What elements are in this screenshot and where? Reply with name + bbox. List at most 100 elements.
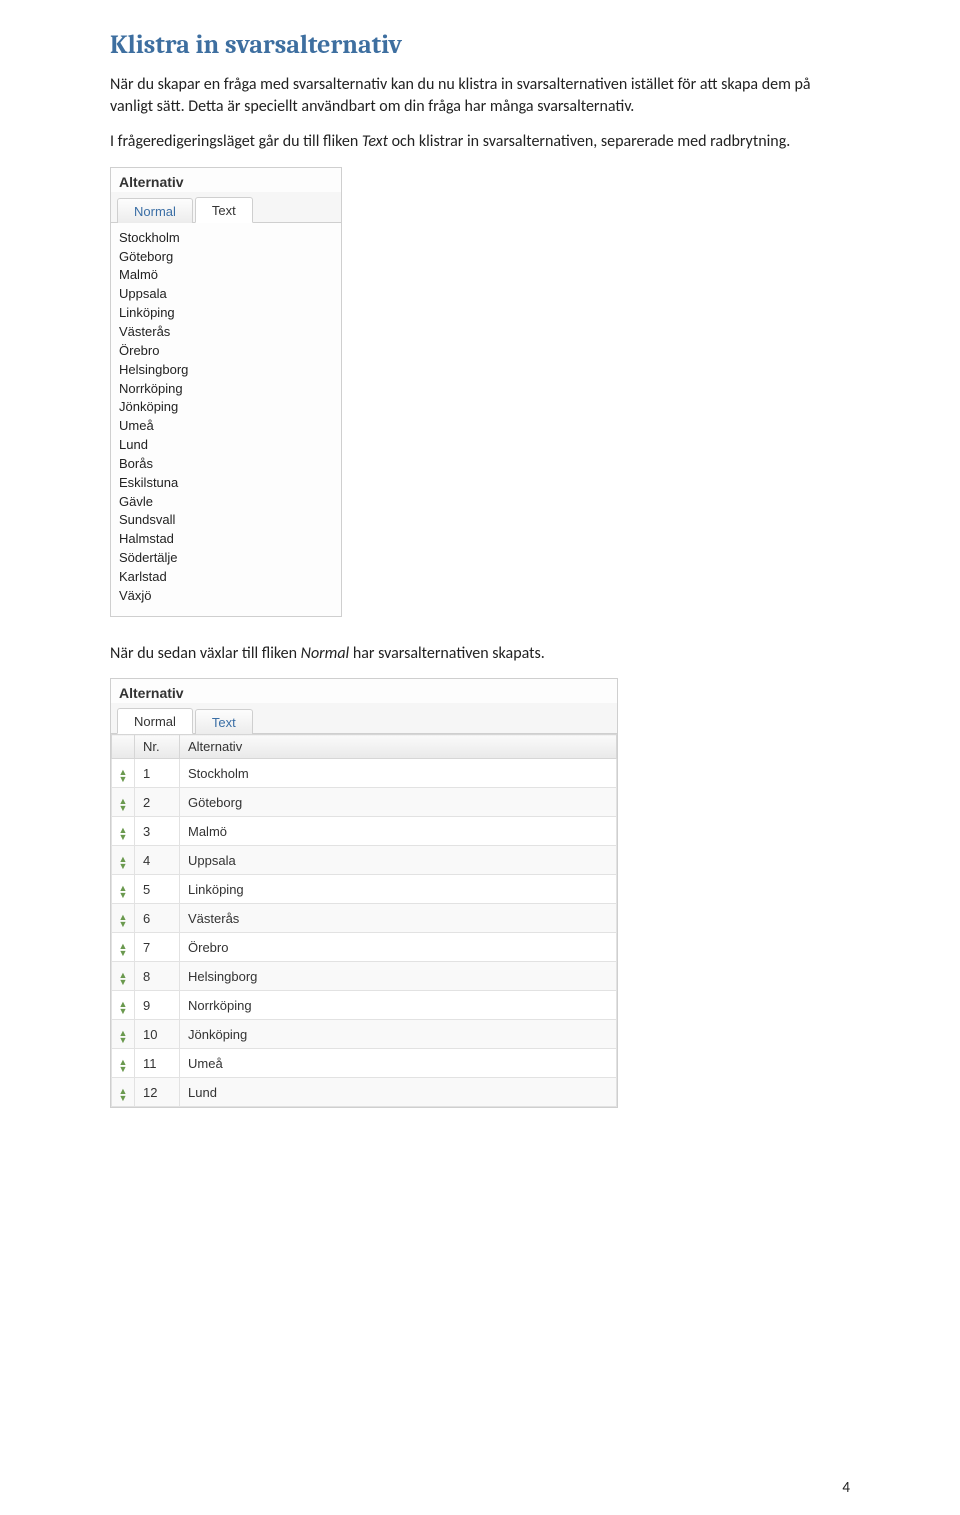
- paragraph-3-a: När du sedan växlar till fliken: [110, 644, 301, 663]
- table-row: ▲▼ 7Örebro: [112, 933, 617, 962]
- row-alternative: Umeå: [180, 1049, 617, 1078]
- row-number: 12: [135, 1078, 180, 1107]
- list-item: Stockholm: [119, 229, 333, 248]
- paragraph-2-a: I frågeredigeringsläget går du till flik…: [110, 132, 362, 151]
- sort-arrows-icon: ▲▼: [119, 1088, 128, 1102]
- row-alternative: Jönköping: [180, 1020, 617, 1049]
- row-alternative: Västerås: [180, 904, 617, 933]
- page-number: 4: [842, 1479, 850, 1497]
- list-item: Halmstad: [119, 530, 333, 549]
- sort-arrows-icon: ▲▼: [119, 885, 128, 899]
- alternatives-grid: Nr. Alternativ ▲▼1Stockholm▲▼2Göteborg▲▼…: [111, 734, 617, 1107]
- tab-bar: Normal Text: [111, 192, 341, 223]
- grid-header-move: [112, 735, 135, 759]
- list-item: Västerås: [119, 323, 333, 342]
- reorder-handle[interactable]: ▲▼: [112, 817, 135, 846]
- sort-arrows-icon: ▲▼: [119, 1001, 128, 1015]
- reorder-handle[interactable]: ▲▼: [112, 1049, 135, 1078]
- table-row: ▲▼ 11Umeå: [112, 1049, 617, 1078]
- list-item: Linköping: [119, 304, 333, 323]
- table-row: ▲▼ 1Stockholm: [112, 759, 617, 788]
- list-item: Södertälje: [119, 549, 333, 568]
- page-title: Klistra in svarsalternativ: [110, 30, 850, 60]
- row-alternative: Göteborg: [180, 788, 617, 817]
- reorder-handle[interactable]: ▲▼: [112, 788, 135, 817]
- table-row: ▲▼2Göteborg: [112, 788, 617, 817]
- row-alternative: Uppsala: [180, 846, 617, 875]
- table-row: ▲▼5Linköping: [112, 875, 617, 904]
- row-number: 5: [135, 875, 180, 904]
- list-item: Helsingborg: [119, 361, 333, 380]
- table-row: ▲▼ 3Malmö: [112, 817, 617, 846]
- row-number: 6: [135, 904, 180, 933]
- row-number: 3: [135, 817, 180, 846]
- grid-header-row: Nr. Alternativ: [112, 735, 617, 759]
- sort-arrows-icon: ▲▼: [119, 798, 128, 812]
- sort-arrows-icon: ▲▼: [119, 943, 128, 957]
- panel-title: Alternativ: [111, 168, 341, 192]
- table-row: ▲▼ 4Uppsala: [112, 846, 617, 875]
- paragraph-3: När du sedan växlar till fliken Normal h…: [110, 643, 850, 665]
- grid-header-nr: Nr.: [135, 735, 180, 759]
- row-alternative: Helsingborg: [180, 962, 617, 991]
- list-item: Örebro: [119, 342, 333, 361]
- list-item: Sundsvall: [119, 511, 333, 530]
- row-number: 4: [135, 846, 180, 875]
- paragraph-1: När du skapar en fråga med svarsalternat…: [110, 74, 850, 117]
- sort-arrows-icon: ▲▼: [119, 827, 128, 841]
- sort-arrows-icon: ▲▼: [119, 972, 128, 986]
- table-row: ▲▼9Norrköping: [112, 991, 617, 1020]
- paragraph-2-em: Text: [362, 132, 388, 151]
- list-item: Malmö: [119, 266, 333, 285]
- row-alternative: Lund: [180, 1078, 617, 1107]
- panel-title: Alternativ: [111, 679, 617, 703]
- paragraph-2-b: och klistrar in svarsalternativen, separ…: [388, 132, 790, 151]
- reorder-handle[interactable]: ▲▼: [112, 904, 135, 933]
- list-item: Gävle: [119, 493, 333, 512]
- reorder-handle[interactable]: ▲▼: [112, 1020, 135, 1049]
- alternatives-panel-normal: Alternativ Normal Text Nr. Alternativ ▲▼…: [110, 678, 618, 1108]
- reorder-handle[interactable]: ▲▼: [112, 1078, 135, 1107]
- list-item: Eskilstuna: [119, 474, 333, 493]
- alternatives-panel-text: Alternativ Normal Text StockholmGöteborg…: [110, 167, 342, 617]
- paragraph-2: I frågeredigeringsläget går du till flik…: [110, 131, 850, 153]
- table-row: ▲▼10Jönköping: [112, 1020, 617, 1049]
- list-item: Norrköping: [119, 380, 333, 399]
- alternatives-textarea[interactable]: StockholmGöteborgMalmöUppsalaLinköpingVä…: [111, 223, 341, 616]
- paragraph-3-em: Normal: [301, 644, 350, 663]
- row-alternative: Malmö: [180, 817, 617, 846]
- table-row: ▲▼ 8Helsingborg: [112, 962, 617, 991]
- row-number: 8: [135, 962, 180, 991]
- list-item: Göteborg: [119, 248, 333, 267]
- reorder-handle[interactable]: ▲▼: [112, 875, 135, 904]
- reorder-handle[interactable]: ▲▼: [112, 933, 135, 962]
- reorder-handle[interactable]: ▲▼: [112, 759, 135, 788]
- tab-text[interactable]: Text: [195, 197, 253, 223]
- reorder-handle[interactable]: ▲▼: [112, 991, 135, 1020]
- row-number: 10: [135, 1020, 180, 1049]
- reorder-handle[interactable]: ▲▼: [112, 962, 135, 991]
- sort-arrows-icon: ▲▼: [119, 1059, 128, 1073]
- tab-normal[interactable]: Normal: [117, 708, 193, 734]
- tab-text[interactable]: Text: [195, 709, 253, 734]
- row-number: 1: [135, 759, 180, 788]
- paragraph-3-b: har svarsalternativen skapats.: [349, 644, 545, 663]
- sort-arrows-icon: ▲▼: [119, 914, 128, 928]
- sort-arrows-icon: ▲▼: [119, 769, 128, 783]
- tab-normal[interactable]: Normal: [117, 198, 193, 223]
- list-item: Växjö: [119, 587, 333, 606]
- row-alternative: Norrköping: [180, 991, 617, 1020]
- table-row: ▲▼ 6Västerås: [112, 904, 617, 933]
- list-item: Umeå: [119, 417, 333, 436]
- row-number: 7: [135, 933, 180, 962]
- list-item: Jönköping: [119, 398, 333, 417]
- list-item: Uppsala: [119, 285, 333, 304]
- tab-bar: Normal Text: [111, 703, 617, 734]
- row-number: 11: [135, 1049, 180, 1078]
- reorder-handle[interactable]: ▲▼: [112, 846, 135, 875]
- list-item: Borås: [119, 455, 333, 474]
- row-alternative: Örebro: [180, 933, 617, 962]
- row-alternative: Stockholm: [180, 759, 617, 788]
- list-item: Karlstad: [119, 568, 333, 587]
- sort-arrows-icon: ▲▼: [119, 856, 128, 870]
